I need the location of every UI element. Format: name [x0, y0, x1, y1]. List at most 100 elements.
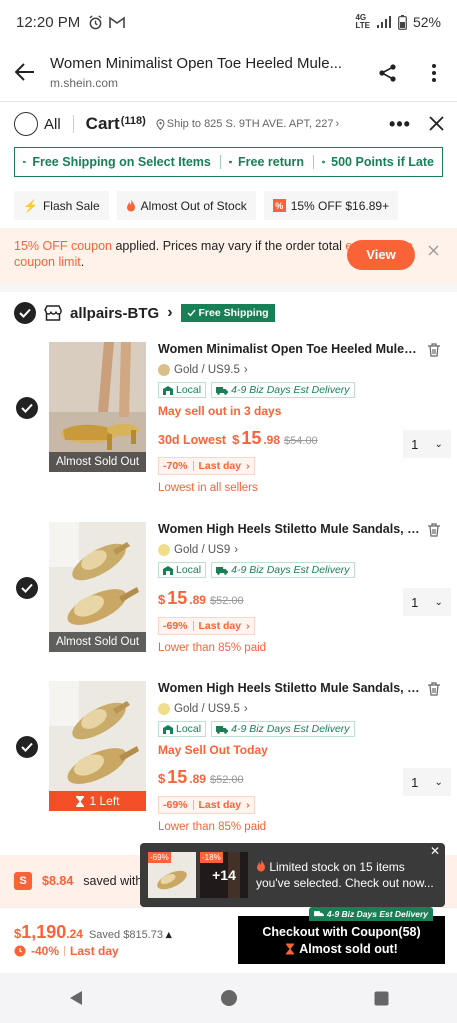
- clock-icon: [322, 160, 326, 164]
- cart-more-button[interactable]: •••: [385, 114, 415, 135]
- chevron-down-icon: ⌄: [434, 776, 443, 788]
- popup-thumbnails: -69% -18% +14: [148, 852, 248, 898]
- truck-icon: [23, 160, 27, 164]
- local-tag: Local: [158, 562, 207, 578]
- return-box-icon: [229, 160, 232, 164]
- popup-text: Limited stock on 15 items you've selecte…: [256, 859, 437, 891]
- status-bar: 12:20 PM 4G LTE 52%: [0, 0, 457, 44]
- product-image[interactable]: Almost Sold Out: [49, 522, 146, 652]
- back-triangle-icon[interactable]: [68, 990, 84, 1006]
- chevron-right-icon: ›: [243, 364, 248, 376]
- close-button[interactable]: [415, 111, 457, 137]
- delivery-tag: 4-9 Biz Days Est Delivery: [211, 721, 355, 737]
- clock-icon: [14, 945, 26, 957]
- recents-square-icon[interactable]: [374, 991, 389, 1006]
- checkout-bar: $ 1,190 .24 Saved $815.73 ▴ -40% Last da…: [0, 907, 457, 972]
- checkout-sublabel: Almost sold out!: [285, 942, 398, 956]
- ship-to-address[interactable]: Ship to 825 S. 9TH AVE. APT, 227 ›: [156, 118, 339, 130]
- percent-tag-icon: %: [272, 199, 286, 212]
- variant-selector[interactable]: Gold / US9.5 ›: [158, 703, 448, 715]
- truck-icon: [216, 566, 229, 575]
- item-title[interactable]: Women High Heels Stiletto Mule Sandals, …: [158, 522, 420, 536]
- coupon-close-button[interactable]: [428, 244, 439, 260]
- select-all-checkbox[interactable]: [14, 112, 38, 136]
- benefits-bar[interactable]: Free Shipping on Select Items Free retur…: [14, 147, 443, 177]
- tag-label: 4-9 Biz Days Est Delivery: [231, 723, 350, 735]
- popup-close-button[interactable]: ✕: [430, 844, 440, 858]
- stock-caption: 1 Left: [49, 791, 146, 811]
- local-tag: Local: [158, 382, 207, 398]
- delivery-tag: 4-9 Biz Days Est Delivery: [308, 907, 433, 921]
- chip-flash-sale[interactable]: ⚡ Flash Sale: [14, 191, 109, 220]
- badge-label: Free Shipping: [198, 307, 269, 319]
- home-circle-icon[interactable]: [220, 989, 238, 1007]
- select-all-label[interactable]: All: [44, 116, 61, 133]
- chip-percent-off[interactable]: % 15% OFF $16.89+: [263, 191, 399, 220]
- status-time: 12:20 PM: [16, 13, 81, 31]
- coupon-view-button[interactable]: View: [347, 240, 415, 270]
- signal-icon: [376, 16, 391, 28]
- chevron-down-icon: ⌄: [434, 596, 443, 608]
- tag-label: 4-9 Biz Days Est Delivery: [231, 384, 350, 396]
- item-checkbox[interactable]: [16, 736, 38, 758]
- variant-selector[interactable]: Gold / US9.5 ›: [158, 364, 448, 376]
- quantity-selector[interactable]: 1 ⌄: [403, 768, 451, 796]
- close-icon: [428, 116, 444, 131]
- variant-label: Gold / US9.5: [174, 703, 240, 715]
- chevron-right-icon: ›: [246, 460, 250, 472]
- checkmark-icon: [21, 403, 33, 413]
- cart-item: Almost Sold Out Women Minimalist Open To…: [0, 342, 457, 502]
- original-price: $54.00: [284, 435, 318, 447]
- cart-header: All Cart (118) Ship to 825 S. 9TH AVE. A…: [0, 104, 457, 144]
- free-shipping-text: Free Shipping on Select Items: [32, 155, 211, 169]
- variant-selector[interactable]: Gold / US9 ›: [158, 544, 448, 556]
- discount-badge[interactable]: -69% Last day ›: [158, 617, 255, 635]
- discount-badge[interactable]: -69% Last day ›: [158, 796, 255, 814]
- price-integer: 15: [167, 588, 188, 608]
- price-note: Lower than 85% paid: [158, 821, 267, 833]
- coupon-text-end: .: [80, 255, 85, 269]
- item-info: Women High Heels Stiletto Mule Sandals, …: [158, 681, 448, 833]
- store-name[interactable]: allpairs-BTG: [70, 305, 159, 322]
- sellout-warning: May sell out in 3 days: [158, 404, 282, 418]
- total-saved[interactable]: Saved $815.73: [89, 929, 163, 941]
- item-title[interactable]: Women High Heels Stiletto Mule Sandals, …: [158, 681, 420, 695]
- item-checkbox[interactable]: [16, 577, 38, 599]
- coupon-notice: 15% OFF coupon applied. Prices may vary …: [0, 228, 457, 284]
- warehouse-icon: [163, 565, 173, 575]
- total-integer: 1,190: [21, 922, 67, 942]
- product-image[interactable]: 1 Left: [49, 681, 146, 811]
- store-icon: [44, 305, 62, 321]
- points-text: 500 Points if Late: [331, 155, 434, 169]
- quantity-selector[interactable]: 1 ⌄: [403, 588, 451, 616]
- trash-icon[interactable]: [426, 681, 442, 697]
- item-title[interactable]: Women Minimalist Open Toe Heeled Mule Sa…: [158, 342, 420, 356]
- delivery-tag: 4-9 Biz Days Est Delivery: [211, 382, 355, 398]
- trash-icon[interactable]: [426, 342, 442, 358]
- trash-icon[interactable]: [426, 522, 442, 538]
- more-options-button[interactable]: [411, 63, 457, 82]
- discount-percent: -18%: [200, 852, 223, 863]
- back-button[interactable]: [0, 57, 50, 88]
- share-button[interactable]: [365, 63, 411, 83]
- checkout-button[interactable]: 4-9 Biz Days Est Delivery Checkout with …: [238, 907, 445, 964]
- chip-almost-out-of-stock[interactable]: Almost Out of Stock: [116, 191, 256, 220]
- chevron-right-icon: ›: [243, 703, 248, 715]
- tag-label: 4-9 Biz Days Est Delivery: [231, 564, 350, 576]
- truck-icon: [313, 911, 324, 917]
- limited-stock-popup[interactable]: -69% -18% +14 Limited stock on 15 items …: [140, 843, 445, 907]
- chevron-right-icon[interactable]: ›: [167, 304, 172, 322]
- store-checkbox[interactable]: [14, 302, 36, 324]
- chip-label: 15% OFF $16.89+: [290, 198, 390, 213]
- delivery-tag: 4-9 Biz Days Est Delivery: [211, 562, 355, 578]
- discount-badge[interactable]: -70% Last day ›: [158, 457, 255, 475]
- savings-text: saved with: [83, 874, 143, 888]
- chevron-up-icon[interactable]: ▴: [166, 928, 172, 941]
- coupon-text: applied. Prices may vary if the order to…: [111, 239, 346, 253]
- popup-thumbnail: -69%: [148, 852, 196, 898]
- quantity-selector[interactable]: 1 ⌄: [403, 430, 451, 458]
- item-checkbox[interactable]: [16, 397, 38, 419]
- price-note: Lowest in all sellers: [158, 482, 258, 494]
- product-image[interactable]: Almost Sold Out: [49, 342, 146, 472]
- price-decimal: .89: [189, 772, 206, 786]
